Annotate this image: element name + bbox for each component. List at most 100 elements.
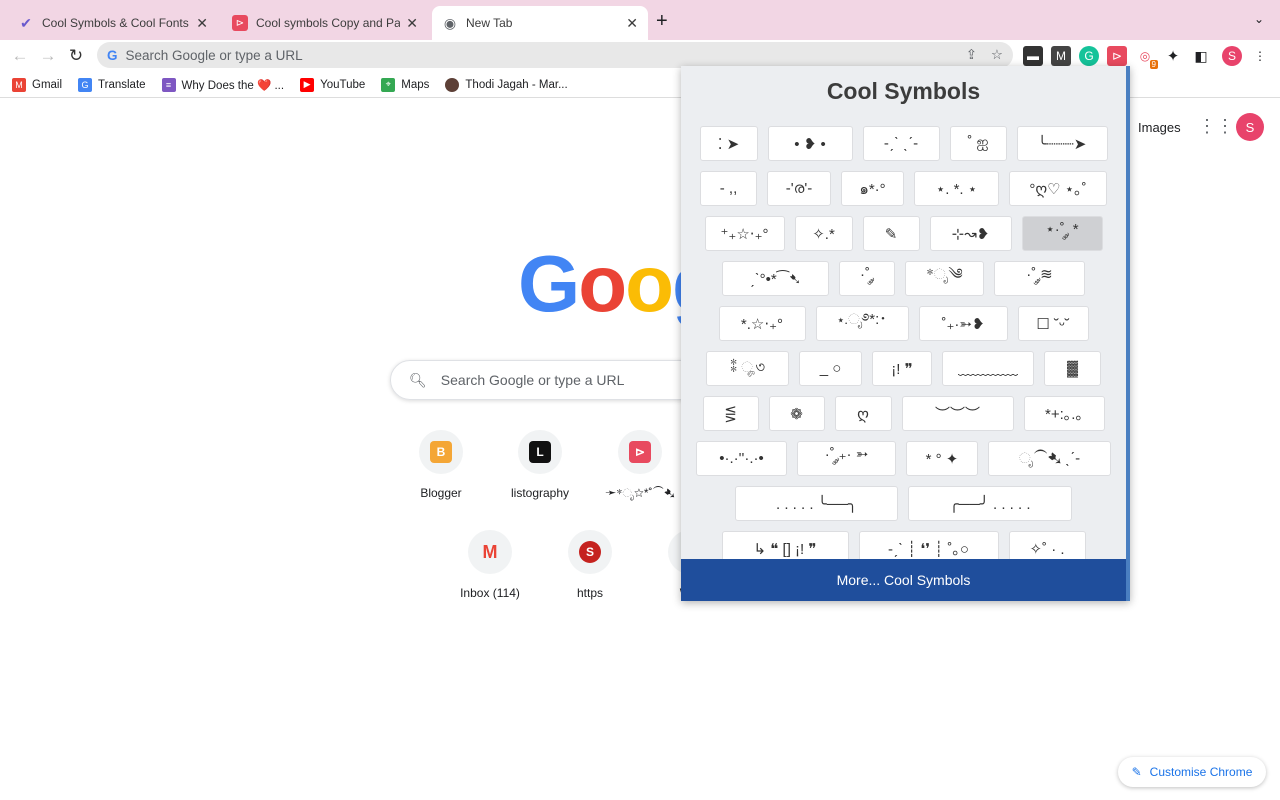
menu-icon[interactable]: ⋮ bbox=[1250, 46, 1270, 66]
symbol-row: ↳ ❝ [] ¡! ❞ -ˏˋ ┊ ❛❜ ┊ ˚｡○ ✧˚ · . bbox=[681, 526, 1126, 559]
bookmark-thodi-jagah[interactable]: Thodi Jagah - Mar... bbox=[445, 77, 568, 92]
symbol-button[interactable]: ☐ ˘ᵕ˘ bbox=[1017, 306, 1089, 341]
images-link[interactable]: Images bbox=[1138, 120, 1181, 135]
checkmark-icon: ✔ bbox=[20, 14, 32, 31]
symbol-button[interactable]: ⋚ bbox=[702, 396, 759, 431]
bookmark-maps[interactable]: ⌖ Maps bbox=[381, 77, 429, 92]
share-icon[interactable]: ⇪ bbox=[966, 47, 977, 63]
symbol-button[interactable]: ೃ⁀➷ ˎˊ- bbox=[988, 441, 1111, 476]
tab-bar: ✔ Cool Symbols & Cool Fonts - S ✕ ⊳ Cool… bbox=[0, 0, 1280, 40]
tab-cool-symbols-copy[interactable]: ⊳ Cool symbols Copy and Paste ✕ bbox=[222, 6, 428, 40]
customise-chrome-button[interactable]: ✎ Customise Chrome bbox=[1118, 757, 1266, 787]
symbol-row: ⁺₊☆‧₊° ✧.* ✎ ⊹↝❥ ⋆·˚ ༘ * bbox=[681, 211, 1126, 256]
symbol-row: ⋚ ❁ ღ ︶︶︶ *+:｡.｡ bbox=[681, 391, 1126, 436]
symbol-button[interactable]: -'ര'- bbox=[767, 171, 831, 206]
symbol-button[interactable]: ⊹↝❥ bbox=[929, 216, 1012, 251]
grammarly-icon[interactable]: G bbox=[1079, 46, 1099, 66]
symbol-button[interactable]: ✧˚ · . bbox=[1008, 531, 1086, 559]
avatar[interactable]: S bbox=[1222, 46, 1242, 66]
symbol-button[interactable]: ╭──╯ . . . . . bbox=[908, 486, 1072, 521]
symbol-button[interactable]: ✎ bbox=[862, 216, 920, 251]
symbol-grid[interactable]: ⁚ ➤ • ❥ • -ˏˋ ˎˊ- ˚ ஐ ╰┈┈┈➤ - ,, -'ര'- ๑*·° ⋆. *… bbox=[681, 121, 1126, 559]
popup-title: Cool Symbols bbox=[826, 78, 981, 104]
bookmark-gmail[interactable]: M Gmail bbox=[12, 77, 62, 92]
symbol-button[interactable]: *.☆‧₊° bbox=[718, 306, 806, 341]
close-tab-icon[interactable]: ✕ bbox=[626, 15, 638, 32]
translate-icon: G bbox=[78, 77, 93, 92]
symbol-button[interactable]: ✧.* bbox=[794, 216, 853, 251]
back-button[interactable]: ← bbox=[6, 46, 34, 66]
symbol-button[interactable]: ⁺₊☆‧₊° bbox=[704, 216, 785, 251]
close-tab-icon[interactable]: ✕ bbox=[406, 15, 418, 32]
shortcut-https[interactable]: Shttps bbox=[540, 530, 640, 600]
listography-icon: L bbox=[529, 441, 551, 463]
blogger-icon: B bbox=[430, 441, 452, 463]
bookmark-youtube[interactable]: ▶ YouTube bbox=[300, 77, 365, 92]
extension-icon[interactable]: ▬ bbox=[1023, 46, 1043, 66]
symbol-button[interactable]: ⋆. *. ⋆ bbox=[914, 171, 999, 206]
symbol-button[interactable]: ⋆.ೃ࿔*:･ bbox=[815, 306, 909, 341]
symbol-button[interactable]: ﹏﹏﹏﹏ bbox=[942, 351, 1034, 386]
shortcut-inbox[interactable]: M Inbox (114) bbox=[440, 530, 540, 600]
account-avatar[interactable]: S bbox=[1236, 113, 1264, 141]
more-cool-symbols-button[interactable]: More... Cool Symbols bbox=[681, 559, 1126, 601]
symbol-button[interactable]: ·˚ ༘ bbox=[839, 261, 895, 296]
symbol-button[interactable]: ╰┈┈┈➤ bbox=[1016, 126, 1108, 161]
pencil-icon: ✎ bbox=[1131, 765, 1142, 779]
symbol-button[interactable]: _ ○ bbox=[799, 351, 862, 386]
extension-m-icon[interactable]: M bbox=[1051, 46, 1071, 66]
symbol-button[interactable]: *+:｡.｡ bbox=[1023, 396, 1105, 431]
tab-cool-symbols-fonts[interactable]: ✔ Cool Symbols & Cool Fonts - S ✕ bbox=[8, 6, 218, 40]
symbol-button[interactable]: ¡! ❞ bbox=[872, 351, 932, 386]
symbol-button[interactable]: ๑*·° bbox=[841, 171, 904, 206]
forward-button[interactable]: → bbox=[34, 46, 62, 66]
symbol-button[interactable]: - ,, bbox=[700, 171, 757, 206]
avatar-icon bbox=[445, 77, 460, 92]
symbol-row: - ,, -'ര'- ๑*·° ⋆. *. ⋆ °ღ♡ ⋆｡˚ bbox=[681, 166, 1126, 211]
symbol-button[interactable]: * ° ✦ bbox=[906, 441, 978, 476]
maps-icon: ⌖ bbox=[381, 77, 396, 92]
tab-new-tab[interactable]: ◉ New Tab ✕ bbox=[432, 6, 648, 40]
cool-symbols-popup: Cool Symbols ⁚ ➤ • ❥ • -ˏˋ ˎˊ- ˚ ஐ ╰┈┈┈➤ - ,,… bbox=[681, 66, 1130, 601]
symbol-button[interactable]: •·.·''·.·• bbox=[696, 441, 787, 476]
symbol-button[interactable]: ⁑ ೄ৩ bbox=[706, 351, 789, 386]
symbol-button[interactable]: ❁ bbox=[768, 396, 825, 431]
symbol-button[interactable]: ˚ ஐ bbox=[949, 126, 1007, 161]
close-tab-icon[interactable]: ✕ bbox=[196, 15, 208, 32]
symbol-button[interactable]: ˚₊·➳❥ bbox=[918, 306, 1008, 341]
new-tab-button[interactable]: + bbox=[656, 10, 668, 33]
search-icon: 🔍︎ bbox=[409, 371, 427, 388]
symbol-button[interactable]: ⁚ ➤ bbox=[699, 126, 758, 161]
symbol-button[interactable]: -ˏˋ ┊ ❛❜ ┊ ˚｡○ bbox=[858, 531, 999, 559]
symbol-button[interactable]: ⋆·˚ ༘ * bbox=[1021, 216, 1103, 251]
symbol-button[interactable]: ︶︶︶ bbox=[901, 396, 1014, 431]
bookmark-star-icon[interactable]: ☆ bbox=[991, 47, 1003, 63]
symbol-button[interactable]: ▓ bbox=[1044, 351, 1101, 386]
symbol-button[interactable]: ·˚ ༘₊· ➳ bbox=[797, 441, 896, 476]
coolsymbol-extension-icon[interactable]: ⊳ bbox=[1107, 46, 1127, 66]
tab-search-chevron-icon[interactable]: ⌄ bbox=[1254, 12, 1264, 26]
side-panel-icon[interactable]: ◧ bbox=[1191, 46, 1211, 66]
symbol-button[interactable]: ·˚ ༘≋ bbox=[994, 261, 1085, 296]
shortcut-coolsymbol[interactable]: ⊳ ➛*ೃ☆*˚⁀➷ bbox=[590, 430, 690, 501]
puzzle-icon[interactable]: ✦ bbox=[1163, 46, 1183, 66]
reload-button[interactable]: ↻ bbox=[62, 46, 90, 66]
bookmark-why-does[interactable]: ≡ Why Does the ❤️ ... bbox=[161, 77, 284, 92]
symbol-button[interactable]: • ❥ • bbox=[767, 126, 853, 161]
shortcut-listography[interactable]: Llistography bbox=[490, 430, 590, 500]
symbol-button[interactable]: °ღ♡ ⋆｡˚ bbox=[1009, 171, 1107, 206]
symbol-button[interactable]: ˏˋ°•*⁀➷ bbox=[722, 261, 829, 296]
extension-badge-icon[interactable]: ◎ 9 bbox=[1135, 46, 1158, 69]
symbol-row: *.☆‧₊° ⋆.ೃ࿔*:･ ˚₊·➳❥ ☐ ˘ᵕ˘ bbox=[681, 301, 1126, 346]
symbol-button[interactable]: *ೃ༄ bbox=[905, 261, 984, 296]
omnibox[interactable]: G Search Google or type a URL ⇪ ☆ bbox=[97, 42, 1013, 68]
coolsymbol-icon: ⊳ bbox=[629, 441, 651, 463]
symbol-button[interactable]: . . . . . ╰──╮ bbox=[735, 486, 898, 521]
symbol-button[interactable]: ღ bbox=[834, 396, 892, 431]
bookmark-translate[interactable]: G Translate bbox=[78, 77, 146, 92]
symbol-button[interactable]: ↳ ❝ [] ¡! ❞ bbox=[721, 531, 849, 559]
site-icon: S bbox=[579, 541, 601, 563]
symbol-row: ⁑ ೄ৩ _ ○ ¡! ❞ ﹏﹏﹏﹏ ▓ bbox=[681, 346, 1126, 391]
shortcut-blogger[interactable]: B Blogger bbox=[391, 430, 491, 500]
symbol-button[interactable]: -ˏˋ ˎˊ- bbox=[862, 126, 940, 161]
